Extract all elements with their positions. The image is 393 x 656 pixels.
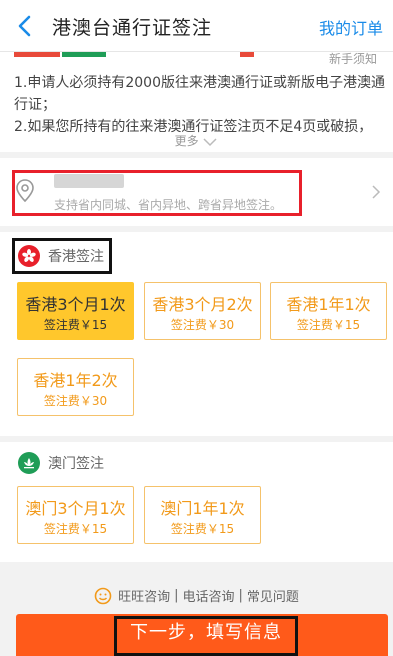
smile-icon (94, 587, 112, 604)
option-hk-3m-1x[interactable]: 香港3个月1次 签注费￥15 (17, 282, 134, 340)
separator: | (174, 588, 179, 603)
more-toggle[interactable]: 更多 (0, 132, 393, 149)
location-selector[interactable]: 支持省内同城、省内异地、跨省异地签注。 (0, 158, 393, 226)
option-name: 澳门1年1次 (160, 499, 245, 518)
option-fee: 签注费￥15 (170, 522, 235, 536)
notice-line-1: 1.申请人必须持有2000版往来港澳通行证或新版电子港澳通行证； (14, 75, 385, 113)
option-mo-3m-1x[interactable]: 澳门3个月1次 签注费￥15 (17, 486, 134, 544)
map-pin-icon (16, 179, 34, 203)
chevron-right-icon (372, 185, 381, 199)
macau-section-label: 澳门签注 (48, 456, 104, 472)
bottom-bar: 旺旺咨询 | 电话咨询 | 常见问题 下一步，填写信息 (0, 562, 393, 656)
my-orders-link[interactable]: 我的订单 (319, 15, 383, 39)
separator: | (238, 588, 243, 603)
must-read-link[interactable]: 新手须知 (329, 50, 377, 67)
option-hk-3m-2x[interactable]: 香港3个月2次 签注费￥30 (144, 282, 261, 340)
option-mo-1y-1x[interactable]: 澳门1年1次 签注费￥15 (144, 486, 261, 544)
notice-panel: 新手须知 1.申请人必须持有2000版往来港澳通行证或新版电子港澳通行证； 2.… (0, 52, 393, 152)
consult-links: 旺旺咨询 | 电话咨询 | 常见问题 (0, 586, 393, 605)
option-fee: 签注费￥15 (296, 318, 361, 332)
option-fee: 签注费￥30 (43, 394, 108, 408)
banner-stripe-red (14, 52, 60, 57)
option-hk-1y-2x[interactable]: 香港1年2次 签注费￥30 (17, 358, 134, 416)
next-step-label: 下一步，填写信息 (130, 622, 282, 643)
option-fee: 签注费￥30 (170, 318, 235, 332)
location-name-redacted (54, 174, 124, 188)
banner-stripe-red-small (240, 52, 254, 57)
option-hk-1y-1x[interactable]: 香港1年1次 签注费￥15 (270, 282, 387, 340)
hongkong-section: 香港签注 香港3个月1次 签注费￥15 香港3个月2次 签注费￥30 香港1年1… (0, 232, 393, 436)
faq-link[interactable]: 常见问题 (247, 586, 299, 605)
page: 港澳台通行证签注 我的订单 新手须知 1.申请人必须持有2000版往来港澳通行证… (0, 0, 393, 656)
macau-section-title: 澳门签注 (18, 452, 104, 474)
hongkong-section-title: 香港签注 (18, 245, 104, 267)
chevron-down-icon (203, 137, 217, 146)
option-name: 香港1年1次 (286, 295, 371, 314)
top-nav-bar: 港澳台通行证签注 我的订单 (0, 0, 393, 52)
notice-text: 1.申请人必须持有2000版往来港澳通行证或新版电子港澳通行证； 2.如果您所持… (14, 72, 386, 138)
more-label: 更多 (174, 134, 199, 148)
macau-lotus-icon (18, 452, 40, 474)
option-name: 香港3个月1次 (25, 295, 126, 314)
page-title: 港澳台通行证签注 (52, 17, 213, 39)
option-name: 香港3个月2次 (152, 295, 253, 314)
hongkong-flower-icon (18, 245, 40, 267)
wangwang-consult-link[interactable]: 旺旺咨询 (118, 586, 170, 605)
option-fee: 签注费￥15 (43, 522, 108, 536)
option-fee: 签注费￥15 (43, 318, 108, 332)
phone-consult-link[interactable]: 电话咨询 (182, 586, 234, 605)
banner-stripe-green (62, 52, 106, 57)
macau-section: 澳门签注 澳门3个月1次 签注费￥15 澳门1年1次 签注费￥15 (0, 442, 393, 562)
chevron-left-icon[interactable] (14, 14, 38, 38)
option-name: 香港1年2次 (33, 371, 118, 390)
hongkong-section-label: 香港签注 (48, 249, 104, 265)
option-name: 澳门3个月1次 (25, 499, 126, 518)
location-hint: 支持省内同城、省内异地、跨省异地签注。 (54, 198, 283, 212)
